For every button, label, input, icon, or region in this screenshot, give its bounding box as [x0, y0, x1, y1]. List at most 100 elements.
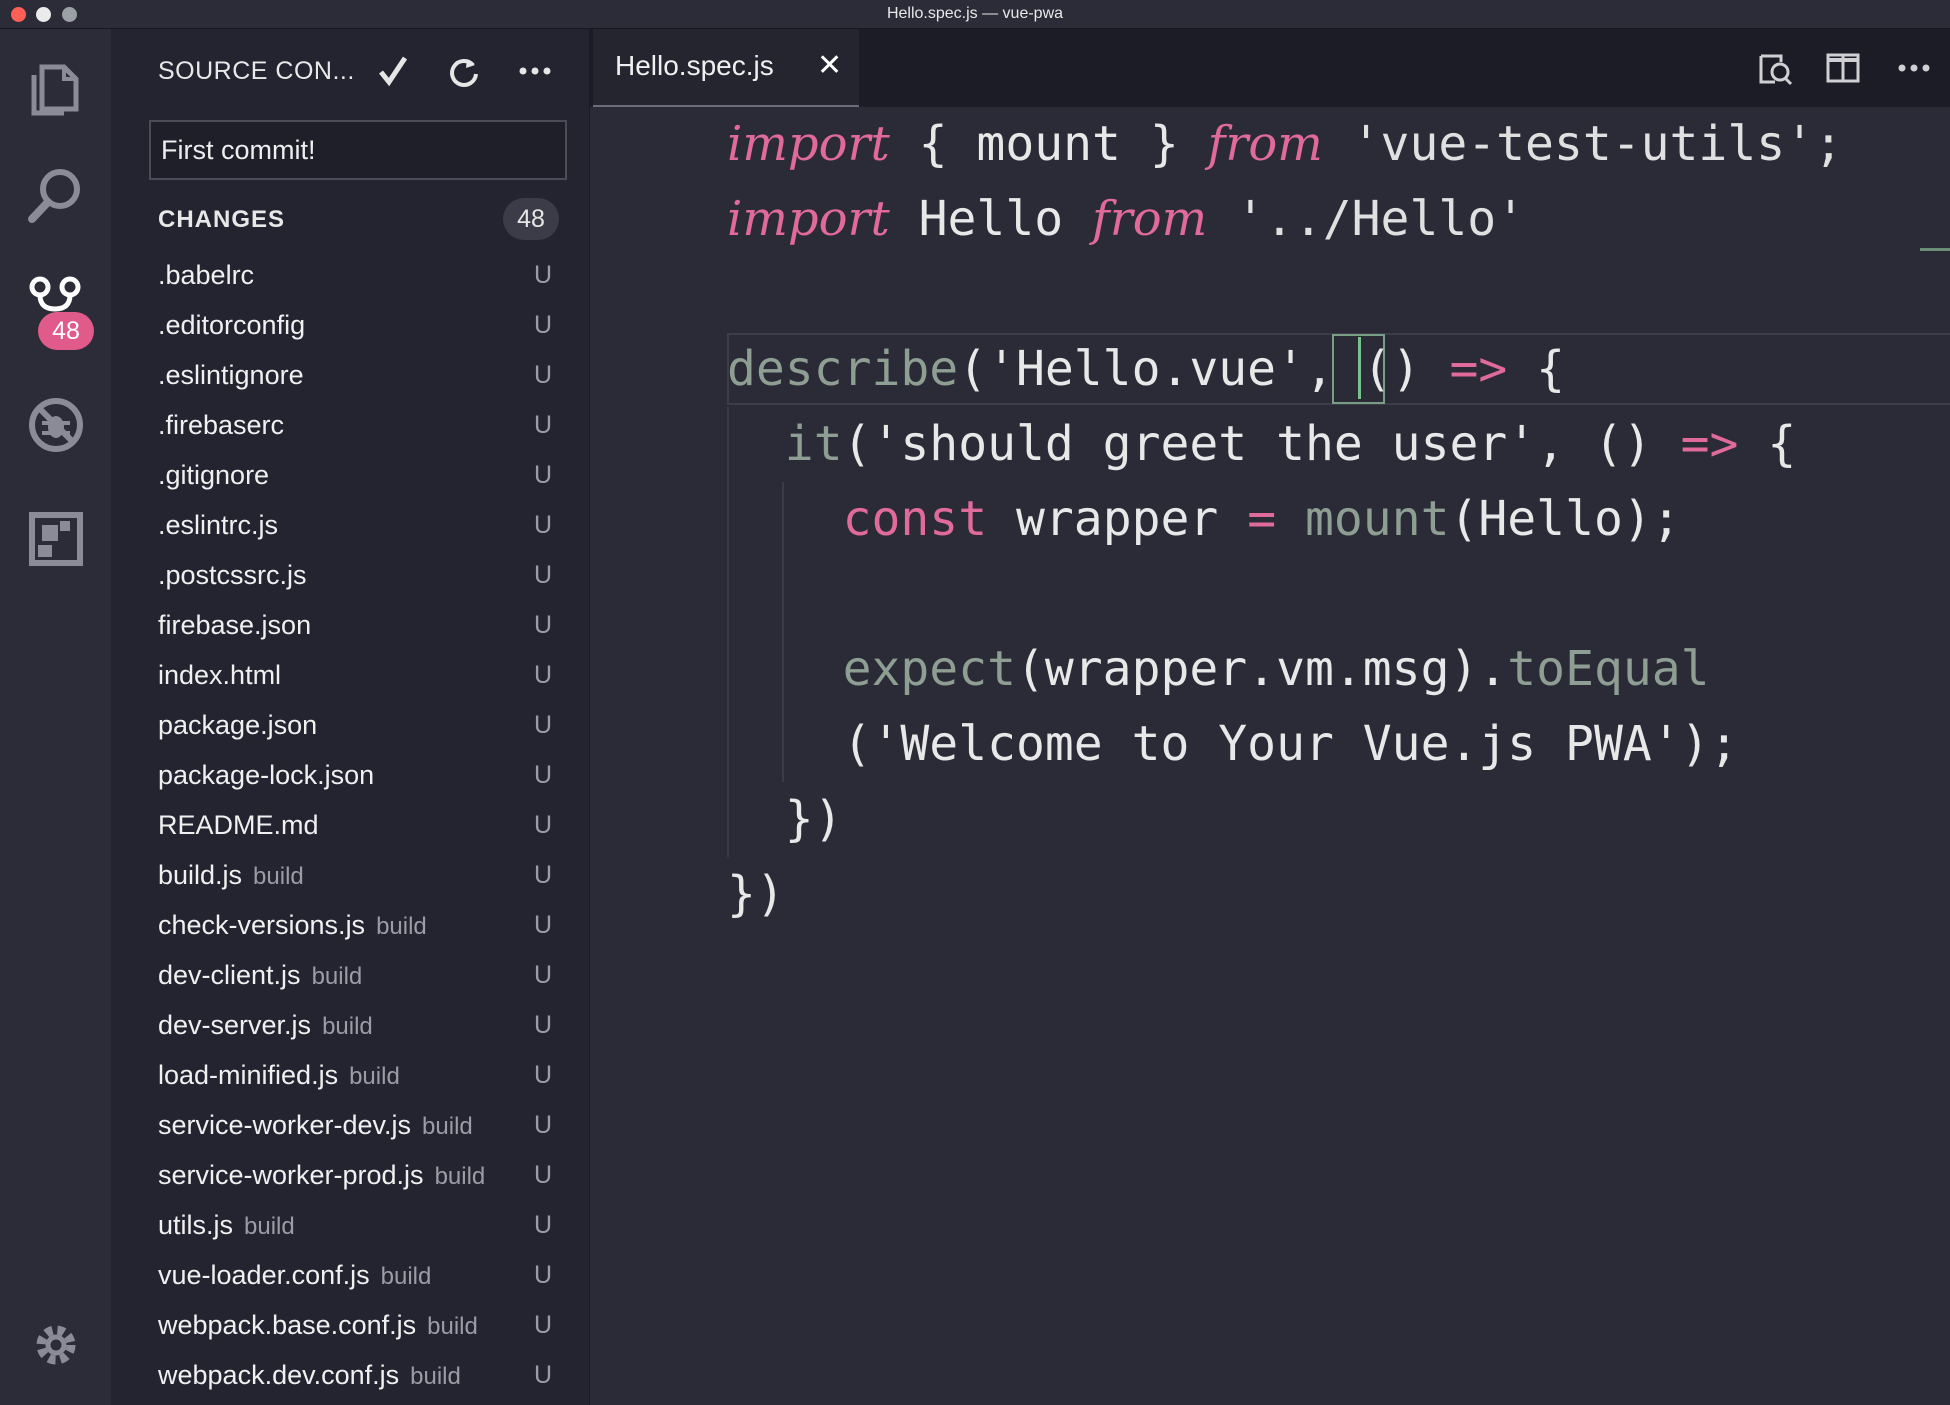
file-list-item[interactable]: .gitignore U — [111, 450, 589, 500]
file-name: webpack.dev.conf.js — [158, 1360, 400, 1390]
file-list-item[interactable]: firebase.json U — [111, 600, 589, 650]
file-list-item[interactable]: service-worker-dev.js build U — [111, 1100, 589, 1150]
files-icon[interactable] — [20, 53, 92, 125]
changes-file-list: .babelrc U .editorconfig U .eslintignore U .fi… — [111, 250, 589, 1400]
file-name: .gitignore — [158, 460, 270, 490]
file-list-item[interactable]: .eslintignore U — [111, 350, 589, 400]
file-name: .eslintrc.js — [158, 510, 279, 540]
split-editor-icon[interactable] — [1823, 48, 1863, 88]
file-list-item[interactable]: .firebaserc U — [111, 400, 589, 450]
file-name: .firebaserc — [158, 410, 285, 440]
more-icon[interactable] — [515, 51, 555, 91]
file-status-badge: U — [534, 1161, 553, 1189]
tab-hello-spec[interactable]: Hello.spec.js ✕ — [593, 29, 859, 107]
file-status-badge: U — [534, 861, 553, 889]
file-status-badge: U — [534, 1361, 553, 1389]
sidebar-title: SOURCE CON... — [158, 57, 355, 85]
search-icon[interactable] — [20, 159, 92, 231]
close-icon[interactable]: ✕ — [817, 51, 842, 81]
file-list-item[interactable]: .postcssrc.js U — [111, 550, 589, 600]
file-status-badge: U — [534, 961, 553, 989]
extensions-icon[interactable] — [20, 503, 92, 575]
file-status-badge: U — [534, 311, 553, 339]
open-preview-icon[interactable] — [1755, 48, 1795, 88]
file-name: .eslintignore — [158, 360, 304, 390]
file-directory: build — [349, 1063, 400, 1090]
overview-ruler-mark — [1920, 248, 1950, 251]
file-list-item[interactable]: build.js build U — [111, 850, 589, 900]
file-list-item[interactable]: README.md U — [111, 800, 589, 850]
file-list-item[interactable]: vue-loader.conf.js build U — [111, 1250, 589, 1300]
file-list-item[interactable]: webpack.dev.conf.js build U — [111, 1350, 589, 1400]
file-list-item[interactable]: dev-client.js build U — [111, 950, 589, 1000]
file-status-badge: U — [534, 811, 553, 839]
file-list-item[interactable]: webpack.base.conf.js build U — [111, 1300, 589, 1350]
file-name: dev-server.js — [158, 1010, 312, 1040]
file-status-badge: U — [534, 561, 553, 589]
file-list-item[interactable]: service-worker-prod.js build U — [111, 1150, 589, 1200]
file-name: package-lock.json — [158, 760, 375, 790]
window-title: Hello.spec.js — vue-pwa — [886, 5, 1064, 22]
file-name: dev-client.js — [158, 960, 301, 990]
changes-count-badge: 48 — [503, 198, 559, 240]
changes-section-title[interactable]: CHANGES — [158, 206, 285, 234]
file-status-badge: U — [534, 1261, 553, 1289]
file-list-item[interactable]: package.json U — [111, 700, 589, 750]
file-list-item[interactable]: utils.js build U — [111, 1200, 589, 1250]
refresh-icon[interactable] — [443, 51, 483, 91]
file-directory: build — [376, 913, 427, 940]
file-status-badge: U — [534, 1311, 553, 1339]
file-list-item[interactable]: check-versions.js build U — [111, 900, 589, 950]
file-name: build.js — [158, 860, 243, 890]
file-name: load-minified.js — [158, 1060, 339, 1090]
code-line-9: ('Welcome to Your Vue.js PWA'); — [727, 716, 1739, 772]
file-directory: build — [427, 1313, 478, 1340]
file-status-badge: U — [534, 1211, 553, 1239]
file-directory: build — [422, 1113, 473, 1140]
file-status-badge: U — [534, 261, 553, 289]
file-status-badge: U — [534, 661, 553, 689]
commit-check-icon[interactable] — [373, 51, 413, 91]
code-editor[interactable]: import { mount } from 'vue-test-utils'; … — [590, 107, 1950, 1405]
commit-message-input[interactable]: First commit! — [149, 120, 567, 180]
file-name: package.json — [158, 710, 318, 740]
file-name: utils.js — [158, 1210, 234, 1240]
code-line-6: const wrapper = mount(Hello); — [727, 491, 1681, 547]
file-name: .babelrc — [158, 260, 255, 290]
more-icon[interactable] — [1894, 48, 1934, 88]
file-name: vue-loader.conf.js — [158, 1260, 370, 1290]
file-status-badge: U — [534, 511, 553, 539]
file-name: webpack.base.conf.js — [158, 1310, 417, 1340]
activity-bar: 48 — [0, 29, 111, 1405]
file-directory: build — [253, 863, 304, 890]
file-list-item[interactable]: index.html U — [111, 650, 589, 700]
file-name: .editorconfig — [158, 310, 306, 340]
file-status-badge: U — [534, 611, 553, 639]
file-name: .postcssrc.js — [158, 560, 307, 590]
debug-icon[interactable] — [20, 389, 92, 461]
source-control-sidebar: SOURCE CON... First commit! CHANGES 48 .… — [111, 29, 590, 1405]
file-name: index.html — [158, 660, 282, 690]
file-name: README.md — [158, 810, 319, 840]
file-name: check-versions.js — [158, 910, 366, 940]
gear-icon[interactable] — [20, 1309, 92, 1381]
file-status-badge: U — [534, 711, 553, 739]
file-list-item[interactable]: dev-server.js build U — [111, 1000, 589, 1050]
file-name: firebase.json — [158, 610, 312, 640]
file-list-item[interactable]: .babelrc U — [111, 250, 589, 300]
file-status-badge: U — [534, 1011, 553, 1039]
code-line-2: import Hello from '../Hello' — [727, 191, 1526, 247]
code-line-10: }) — [727, 791, 843, 847]
file-list-item[interactable]: .eslintrc.js U — [111, 500, 589, 550]
file-status-badge: U — [534, 911, 553, 939]
file-list-item[interactable]: load-minified.js build U — [111, 1050, 589, 1100]
tab-label: Hello.spec.js — [615, 50, 774, 81]
file-status-badge: U — [534, 361, 553, 389]
code-line-11: }) — [727, 866, 785, 922]
code-line-5: it('should greet the user', () => { — [727, 416, 1797, 472]
file-list-item[interactable]: package-lock.json U — [111, 750, 589, 800]
file-list-item[interactable]: .editorconfig U — [111, 300, 589, 350]
title-bar: Hello.spec.js — vue-pwa — [0, 0, 1950, 29]
source-control-badge: 48 — [38, 312, 94, 350]
file-status-badge: U — [534, 461, 553, 489]
